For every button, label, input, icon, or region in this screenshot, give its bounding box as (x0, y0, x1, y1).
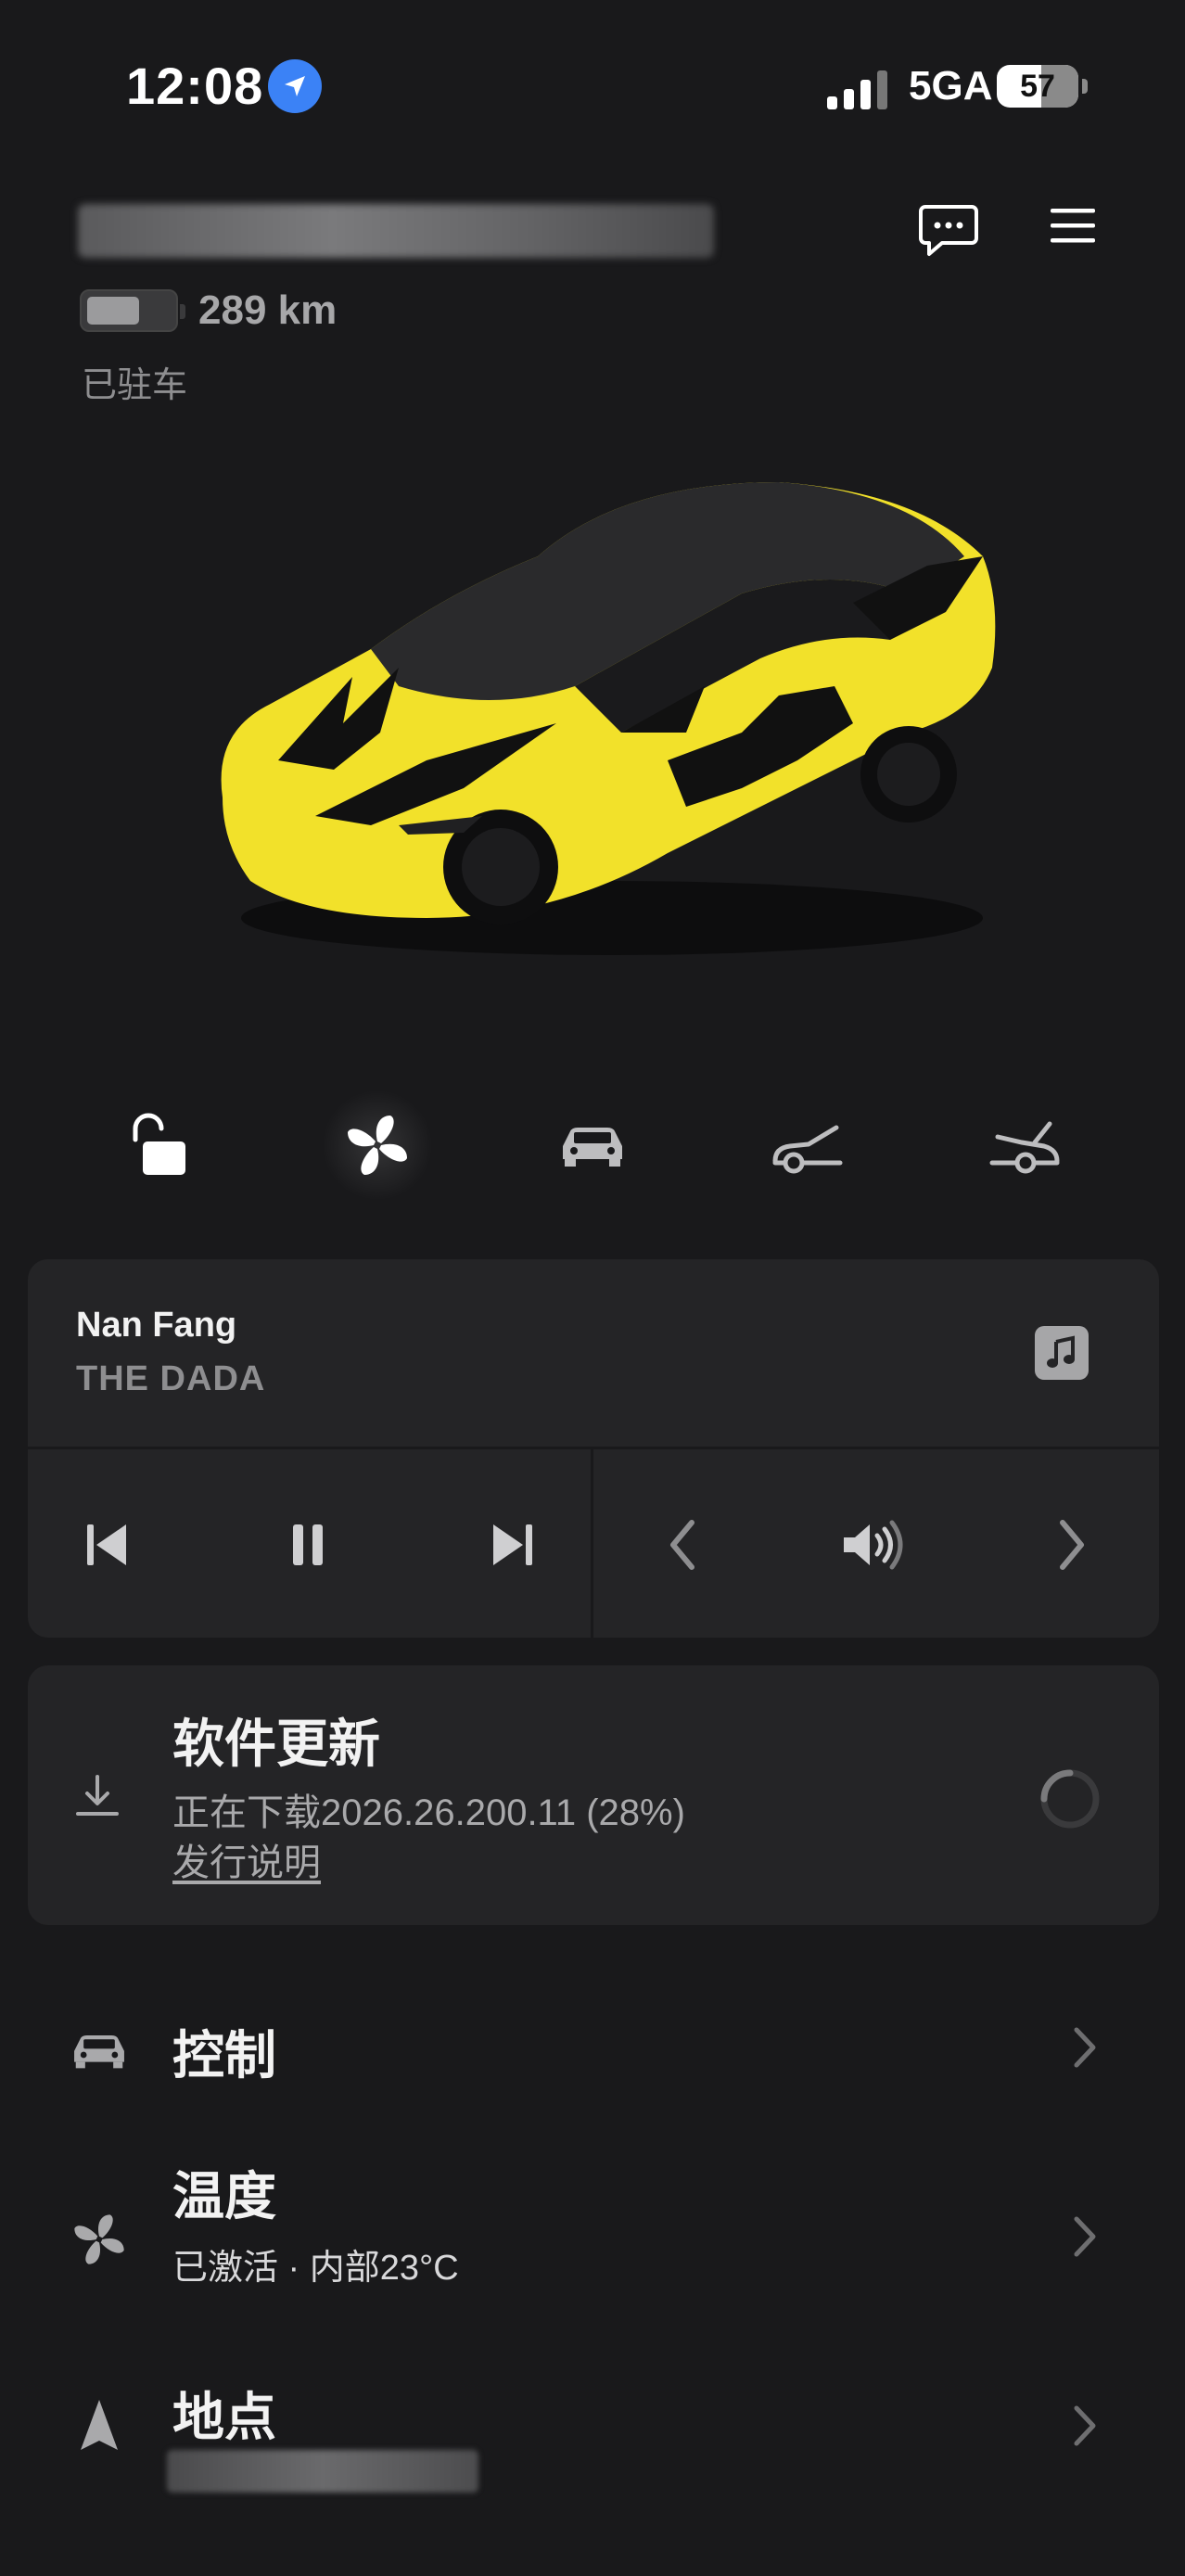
network-type: 5GA (909, 63, 993, 108)
release-notes-link[interactable]: 发行说明 (172, 1832, 321, 1886)
fan-icon (67, 2207, 132, 2272)
controls-button[interactable] (551, 1103, 634, 1187)
location-title: 地点 (172, 2388, 276, 2446)
location-address-redacted (167, 2450, 478, 2493)
vehicle-state: 已驻车 (82, 366, 188, 405)
chevron-right-icon (1064, 2020, 1105, 2075)
frunk-button[interactable] (766, 1103, 849, 1187)
vehicle-name-redacted[interactable] (78, 204, 714, 258)
song-artist: THE DADA (76, 1359, 266, 1398)
next-track-button[interactable] (477, 1508, 551, 1582)
navigation-arrow-icon (67, 2392, 132, 2457)
climate-title: 温度 (172, 2167, 276, 2225)
pause-button[interactable] (271, 1508, 345, 1582)
battery-percent: 57 (1020, 68, 1055, 104)
trunk-icon (989, 1121, 1060, 1174)
volume-indicator (836, 1508, 911, 1582)
software-update-status: 正在下载2026.26.200.11 (28%) (172, 1792, 685, 1833)
car-icon (563, 1128, 622, 1167)
unlock-icon (133, 1113, 185, 1175)
message-icon[interactable] (914, 197, 983, 265)
vehicle-battery-icon (80, 289, 185, 332)
vehicle-image (185, 454, 1020, 974)
chevron-right-icon (1060, 1520, 1084, 1570)
vehicle-range: 289 km (198, 287, 338, 333)
song-title: Nan Fang (76, 1306, 237, 1345)
menu-icon[interactable] (1038, 191, 1107, 260)
controls-title: 控制 (172, 2026, 276, 2085)
status-time: 12:08 (126, 57, 264, 115)
climate-button[interactable] (322, 1090, 433, 1201)
previous-track-button[interactable] (69, 1508, 143, 1582)
music-note-icon[interactable] (1035, 1326, 1089, 1380)
next-track-icon (493, 1524, 532, 1565)
location-arrow-icon (268, 59, 322, 113)
volume-up-button[interactable] (1035, 1508, 1109, 1582)
chevron-right-icon (1064, 2209, 1105, 2264)
frunk-icon (772, 1125, 843, 1174)
car-icon (67, 2018, 132, 2083)
previous-track-icon (87, 1524, 126, 1565)
trunk-button[interactable] (983, 1103, 1066, 1187)
media-divider (591, 1449, 593, 1638)
cellular-signal-icon (827, 67, 892, 109)
battery-status-icon: 57 (997, 65, 1088, 108)
chevron-right-icon (1064, 2398, 1105, 2454)
climate-status: 已激活 · 内部23°C (172, 2249, 459, 2288)
speaker-icon (844, 1520, 903, 1570)
chevron-left-icon (670, 1520, 694, 1570)
loading-spinner-icon (1037, 1766, 1103, 1832)
download-icon (72, 1771, 122, 1821)
pause-icon (293, 1524, 323, 1565)
media-divider (28, 1447, 1159, 1449)
software-update-title: 软件更新 (172, 1715, 380, 1773)
volume-down-button[interactable] (645, 1508, 720, 1582)
unlock-button[interactable] (115, 1103, 198, 1187)
